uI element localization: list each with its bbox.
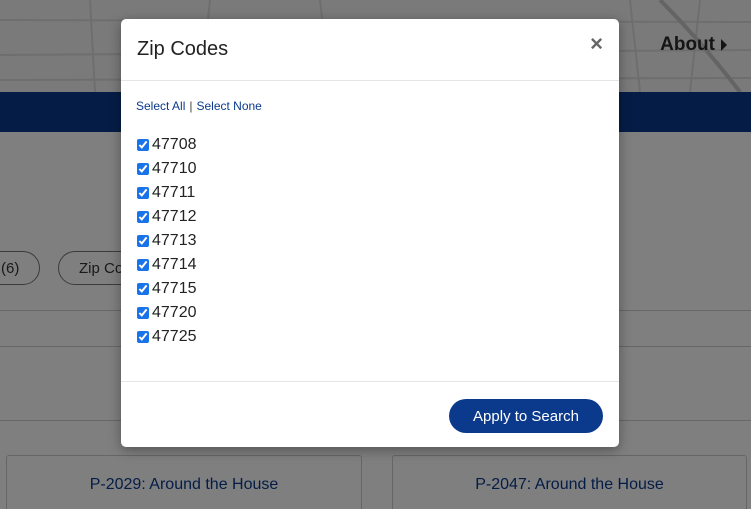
zip-code-checkbox[interactable]: [137, 211, 149, 223]
modal-footer: Apply to Search: [121, 381, 619, 447]
zip-code-label: 47713: [152, 232, 197, 249]
select-all-link[interactable]: Select All: [136, 99, 185, 113]
zip-code-checkbox[interactable]: [137, 163, 149, 175]
zip-code-option[interactable]: 47713: [136, 229, 604, 253]
zip-code-label: 47725: [152, 328, 197, 345]
zip-code-label: 47711: [152, 184, 196, 201]
modal-title: Zip Codes: [137, 38, 229, 60]
link-separator: |: [189, 99, 193, 113]
close-icon[interactable]: ×: [590, 33, 603, 55]
zip-codes-modal: Zip Codes × Select All | Select None 477…: [121, 19, 619, 447]
zip-code-checkbox[interactable]: [137, 187, 149, 199]
modal-body: Select All | Select None 47708 47710 47711…: [121, 81, 619, 381]
zip-code-label: 47710: [152, 160, 197, 177]
zip-code-option[interactable]: 47708: [136, 133, 604, 157]
zip-code-list: 47708 47710 47711 47712 47713 47714 47715 47720…: [136, 133, 604, 349]
zip-code-label: 47708: [152, 136, 197, 153]
zip-code-checkbox[interactable]: [137, 283, 149, 295]
zip-code-option[interactable]: 47720: [136, 301, 604, 325]
zip-code-checkbox[interactable]: [137, 259, 149, 271]
select-links: Select All | Select None: [136, 99, 604, 113]
zip-code-option[interactable]: 47712: [136, 205, 604, 229]
zip-code-checkbox[interactable]: [137, 331, 149, 343]
zip-code-checkbox[interactable]: [137, 307, 149, 319]
select-none-link[interactable]: Select None: [196, 99, 261, 113]
zip-code-label: 47712: [152, 208, 197, 225]
modal-header: Zip Codes ×: [121, 19, 619, 81]
zip-code-option[interactable]: 47725: [136, 325, 604, 349]
zip-code-checkbox[interactable]: [137, 139, 149, 151]
apply-to-search-button[interactable]: Apply to Search: [449, 399, 603, 433]
zip-code-label: 47714: [152, 256, 197, 273]
zip-code-option[interactable]: 47714: [136, 253, 604, 277]
zip-code-label: 47720: [152, 304, 197, 321]
zip-code-option[interactable]: 47711: [136, 181, 604, 205]
zip-code-checkbox[interactable]: [137, 235, 149, 247]
zip-code-option[interactable]: 47710: [136, 157, 604, 181]
zip-code-label: 47715: [152, 280, 197, 297]
zip-code-option[interactable]: 47715: [136, 277, 604, 301]
